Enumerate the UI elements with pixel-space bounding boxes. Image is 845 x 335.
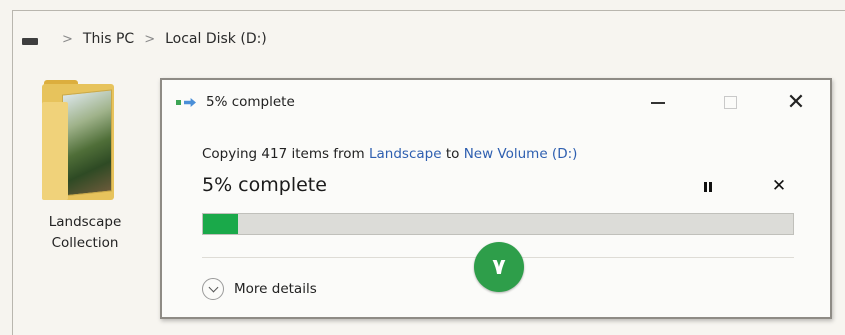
folder-thumbnail (62, 89, 112, 197)
close-icon: ✕ (786, 89, 806, 115)
maximize-icon (723, 95, 737, 109)
step-number-badge: ٧ (474, 242, 524, 292)
dialog-title: 5% complete (206, 94, 295, 110)
breadcrumb-this-pc[interactable]: This PC (83, 31, 134, 47)
progress-bar (202, 213, 794, 235)
minimize-icon (651, 102, 665, 104)
maximize-button[interactable] (710, 88, 750, 116)
copy-icon (176, 98, 198, 108)
folder-label-line2: Collection (51, 235, 119, 251)
folder-front (42, 102, 68, 200)
close-button[interactable]: ✕ (776, 88, 816, 116)
cancel-button[interactable]: ✕ (768, 176, 790, 196)
folder-icon[interactable] (42, 80, 118, 200)
chevron-down-icon (202, 278, 224, 300)
folder-label[interactable]: Landscape Collection (30, 212, 140, 254)
info-mid: to (441, 146, 464, 162)
progress-status: 5% complete (202, 174, 327, 196)
more-details-toggle[interactable]: More details (202, 278, 317, 300)
breadcrumb: > This PC > Local Disk (D:) (12, 10, 845, 68)
chevron-right-icon: > (62, 31, 73, 47)
breadcrumb-local-disk[interactable]: Local Disk (D:) (165, 31, 267, 47)
pause-button[interactable] (698, 179, 718, 195)
folder-label-line1: Landscape (48, 214, 122, 230)
minimize-button[interactable] (638, 88, 678, 116)
copy-info-text: Copying 417 items from Landscape to New … (202, 146, 577, 162)
source-link[interactable]: Landscape (369, 146, 442, 162)
destination-link[interactable]: New Volume (D:) (464, 146, 578, 162)
info-prefix: Copying 417 items from (202, 146, 370, 162)
more-details-label: More details (234, 281, 317, 297)
dialog-titlebar[interactable]: 5% complete ✕ (162, 80, 830, 124)
drive-icon (22, 37, 38, 45)
progress-fill (203, 214, 239, 234)
chevron-right-icon: > (144, 31, 156, 47)
